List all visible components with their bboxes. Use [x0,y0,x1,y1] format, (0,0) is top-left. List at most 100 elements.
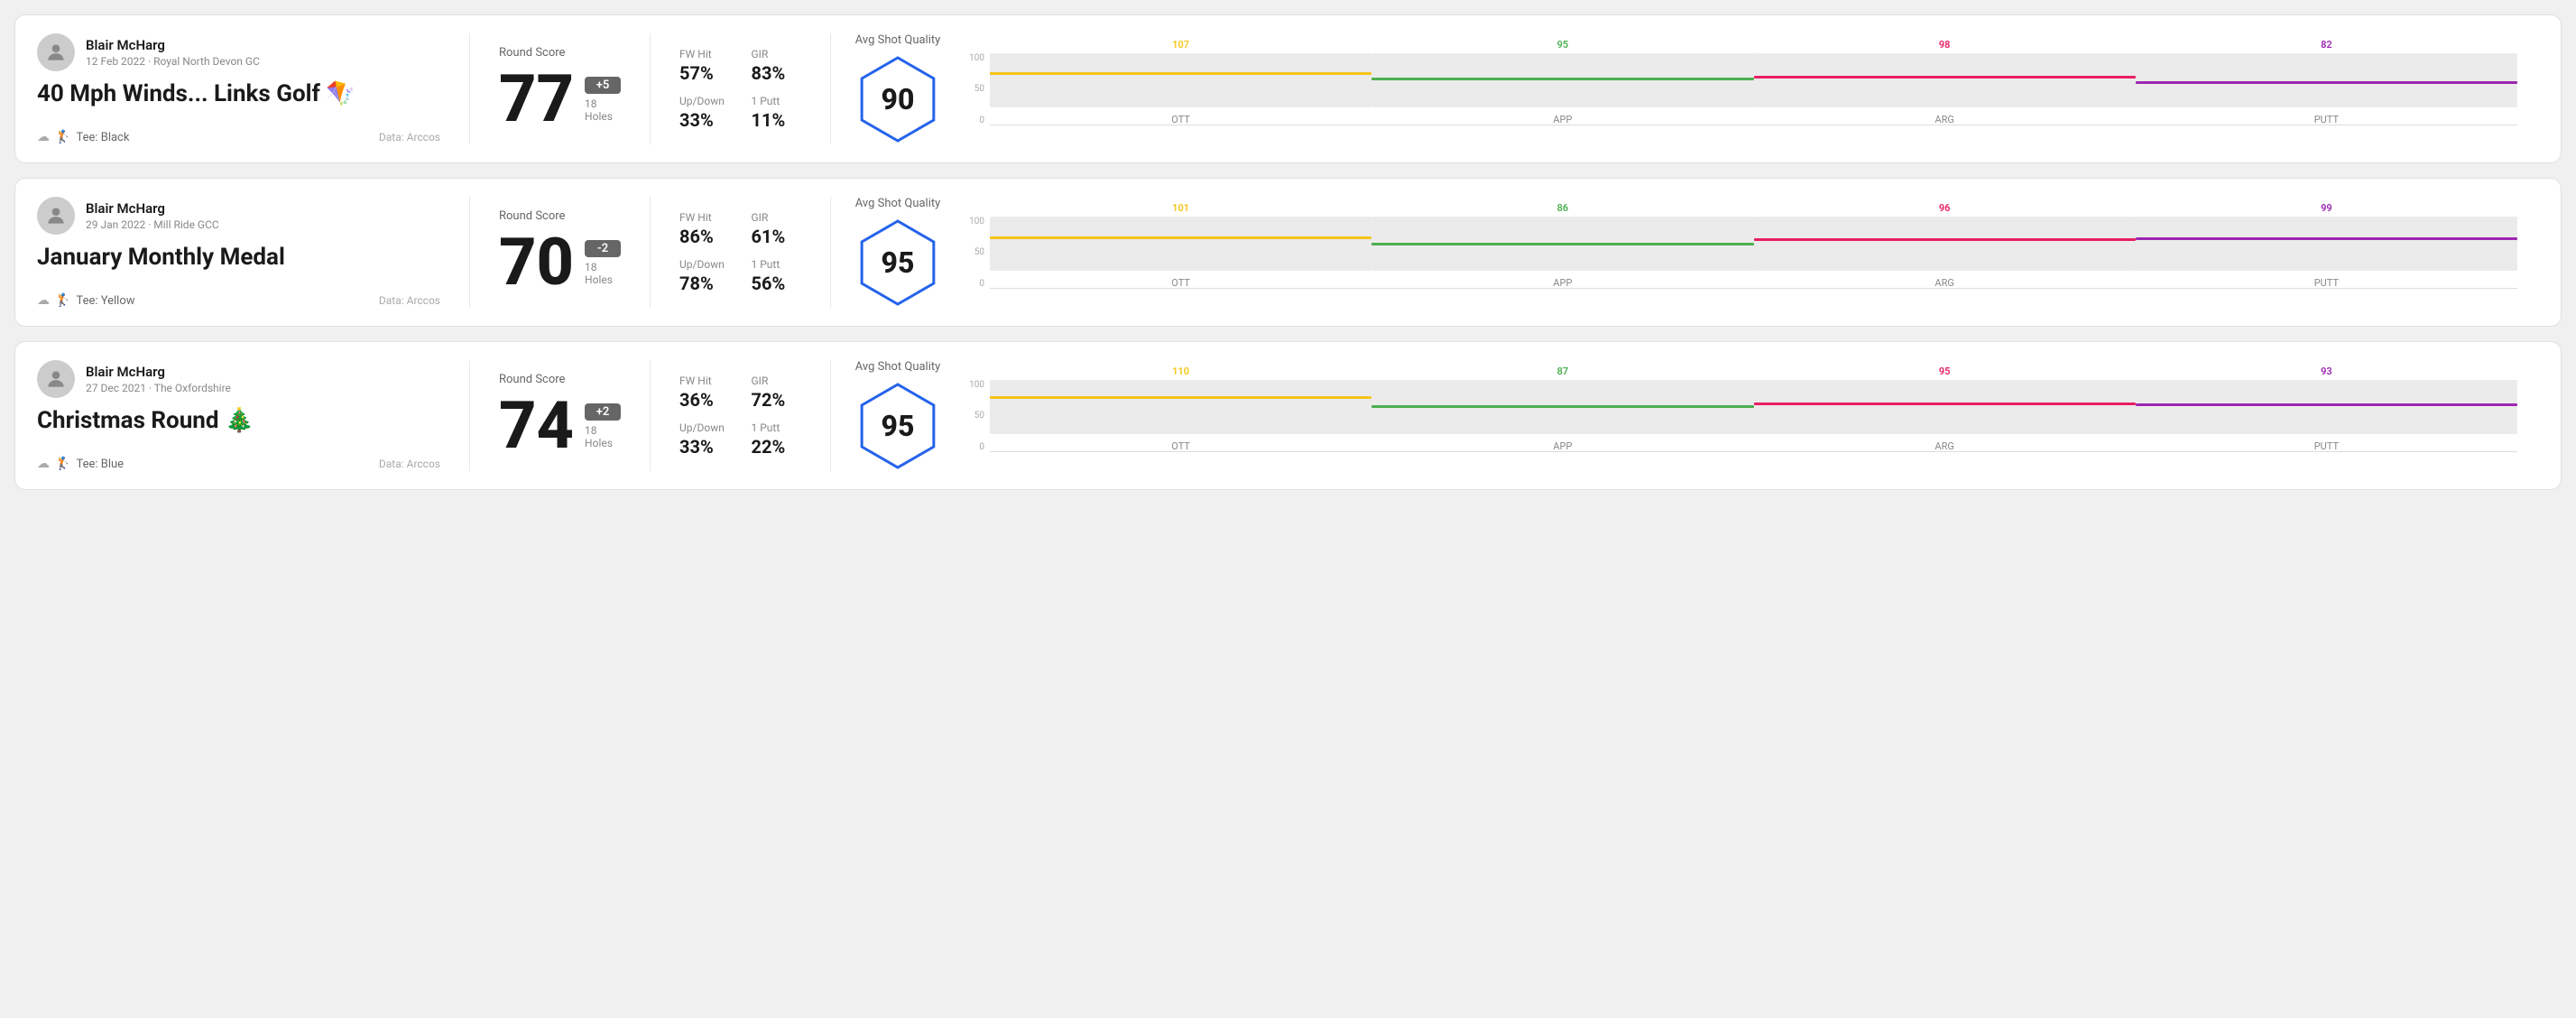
bar-marker-putt [2136,237,2517,240]
bar-group-app: 86 APP [1371,202,1753,289]
score-row-round1: 77 +5 18 Holes [499,67,621,132]
bar-wrapper-ott [990,217,1371,271]
card-stats-round3: FW Hit 36% GIR 72% Up/Down 33% 1 Putt 22… [651,360,831,471]
data-source-round2: Data: Arccos [379,294,440,307]
stat-fw-hit-round3: FW Hit 36% [679,375,730,411]
bar-bg-app [1371,380,1753,434]
fw-hit-label-round2: FW Hit [679,211,730,224]
round-card-round3: Blair McHarg 27 Dec 2021 · The Oxfordshi… [14,341,2562,490]
bar-chart-round2: 100 50 0 101 OTT 86 APP [965,199,2517,307]
bar-marker-arg [1754,76,2136,79]
gir-label-round3: GIR [752,375,802,387]
bar-marker-app [1371,243,1753,245]
chart-axis-50: 50 [965,84,984,94]
fw-hit-value-round2: 86% [679,226,730,247]
bar-group-putt: 82 PUTT [2136,39,2517,125]
chart-axis-0: 0 [965,442,984,452]
bar-wrapper-arg [1754,380,2136,434]
stats-grid-round2: FW Hit 86% GIR 61% Up/Down 78% 1 Putt 56… [679,211,801,294]
round-title-round2: January Monthly Medal [37,244,440,271]
fw-hit-value-round3: 36% [679,389,730,411]
oneputt-label-round1: 1 Putt [752,95,802,107]
bar-group-putt: 93 PUTT [2136,366,2517,452]
score-details-round1: +5 18 Holes [585,77,621,123]
card-quality-round2: Avg Shot Quality 95 100 50 0 101 OTT [831,197,2539,308]
stat-updown-round2: Up/Down 78% [679,258,730,294]
stats-grid-round3: FW Hit 36% GIR 72% Up/Down 33% 1 Putt 22… [679,375,801,458]
user-info-round2: Blair McHarg 29 Jan 2022 · Mill Ride GCC [86,200,219,231]
bar-marker-putt [2136,81,2517,84]
tee-label-round3: Tee: Blue [76,458,124,471]
score-details-round3: +2 18 Holes [585,403,621,449]
quality-score-round1: 90 [882,82,915,116]
card-stats-round2: FW Hit 86% GIR 61% Up/Down 78% 1 Putt 56… [651,197,831,308]
score-value-round1: 77 [499,67,574,132]
score-row-round3: 74 +2 18 Holes [499,393,621,458]
hexagon-round3: 95 [853,381,943,471]
round-score-label-round1: Round Score [499,46,621,60]
round-meta-round2: 29 Jan 2022 · Mill Ride GCC [86,218,219,231]
card-score-round1: Round Score 77 +5 18 Holes [470,33,651,144]
gir-label-round2: GIR [752,211,802,224]
bar-value-app: 86 [1557,202,1569,214]
bar-marker-ott [990,396,1371,399]
bar-group-app: 87 APP [1371,366,1753,452]
round-meta-round3: 27 Dec 2021 · The Oxfordshire [86,382,231,394]
bar-marker-arg [1754,403,2136,405]
gir-value-round1: 83% [752,62,802,84]
chart-axis-50: 50 [965,411,984,421]
bar-bg-arg [1754,380,2136,434]
fw-hit-label-round3: FW Hit [679,375,730,387]
user-name-round1: Blair McHarg [86,37,260,53]
bar-marker-app [1371,78,1753,80]
bar-bg-app [1371,217,1753,271]
round-card-round1: Blair McHarg 12 Feb 2022 · Royal North D… [14,14,2562,163]
bar-marker-app [1371,405,1753,408]
fw-hit-label-round1: FW Hit [679,48,730,60]
weather-icon: ☁ [37,293,50,308]
chart-axis-0: 0 [965,116,984,125]
stat-updown-round3: Up/Down 33% [679,421,730,458]
chart-axis-50: 50 [965,247,984,257]
score-holes-round1: 18 Holes [585,97,621,123]
gir-value-round2: 61% [752,226,802,247]
hexagon-round2: 95 [853,217,943,308]
card-footer-round3: ☁ 🏌 Tee: Blue Data: Arccos [37,457,440,471]
avatar-round2 [37,197,75,235]
bar-marker-putt [2136,403,2517,406]
weather-icon: ☁ [37,130,50,144]
bag-icon: 🏌 [55,130,70,144]
bar-group-arg: 98 ARG [1754,39,2136,125]
score-badge-round1: +5 [585,77,621,94]
tee-info-round1: ☁ 🏌 Tee: Black [37,130,129,144]
stat-oneputt-round1: 1 Putt 11% [752,95,802,131]
updown-value-round1: 33% [679,109,730,131]
bar-marker-ott [990,236,1371,239]
round-card-round2: Blair McHarg 29 Jan 2022 · Mill Ride GCC… [14,178,2562,327]
gir-label-round1: GIR [752,48,802,60]
updown-label-round1: Up/Down [679,95,730,107]
user-icon [44,204,68,227]
bar-bg-ott [990,217,1371,271]
bar-value-ott: 110 [1172,366,1189,377]
tee-label-round2: Tee: Yellow [76,294,134,308]
chart-axis-100: 100 [965,380,984,390]
stat-gir-round2: GIR 61% [752,211,802,247]
quality-label-round1: Avg Shot Quality [855,33,941,47]
bar-wrapper-app [1371,53,1753,107]
bar-bg-putt [2136,380,2517,434]
oneputt-value-round2: 56% [752,273,802,294]
quality-left-round2: Avg Shot Quality 95 [853,197,943,308]
bar-value-putt: 93 [2321,366,2332,377]
updown-value-round3: 33% [679,436,730,458]
data-source-round3: Data: Arccos [379,458,440,470]
chart-axis-100: 100 [965,217,984,227]
bar-group-ott: 101 OTT [990,202,1371,289]
bar-group-arg: 96 ARG [1754,202,2136,289]
bar-value-ott: 101 [1172,202,1189,214]
card-left-round3: Blair McHarg 27 Dec 2021 · The Oxfordshi… [37,360,470,471]
tee-info-round3: ☁ 🏌 Tee: Blue [37,457,124,471]
bar-bg-putt [2136,217,2517,271]
score-details-round2: -2 18 Holes [585,240,621,286]
quality-label-round2: Avg Shot Quality [855,197,941,210]
